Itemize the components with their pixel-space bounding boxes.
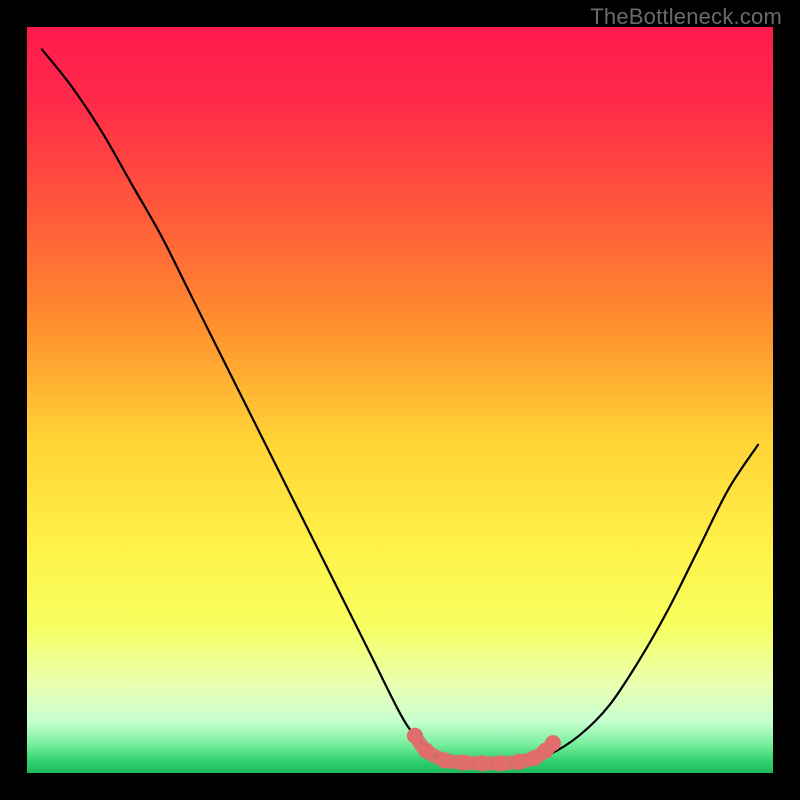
marker-dot: [407, 728, 423, 744]
marker-dot: [511, 754, 527, 770]
chart-plot: [27, 27, 773, 773]
gradient-background: [27, 27, 773, 773]
marker-dot: [545, 735, 561, 751]
chart-svg: [27, 27, 773, 773]
marker-dot: [455, 755, 471, 771]
chart-frame: TheBottleneck.com: [0, 0, 800, 800]
marker-dot: [437, 752, 453, 768]
marker-dot: [418, 743, 434, 759]
marker-dot: [474, 755, 490, 771]
marker-dot: [493, 755, 509, 771]
